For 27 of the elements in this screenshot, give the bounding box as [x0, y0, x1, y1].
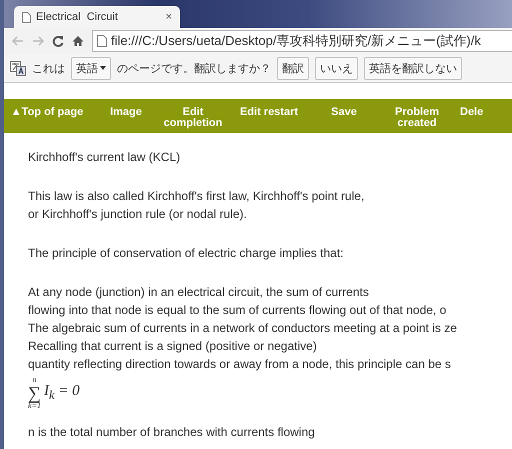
body-text: or Kirchhoff's junction rule (or nodal rule).: [28, 206, 248, 223]
translate-bar-button[interactable]: 英語を翻訳しない: [364, 56, 462, 80]
body-text: This law is also called Kirchhoff's first law, Kirchhoff's point rule,: [28, 188, 366, 205]
translate-prompt: これは: [32, 62, 65, 76]
body-text: flowing into that node is equal to the sum of currents flowing out of that node, o: [28, 302, 448, 319]
body-text: Kirchhoff's current law (KCL): [28, 149, 182, 166]
address-field[interactable]: file:///C:/Users/ueta/Desktop/専攻科特別研究/新メニュー(試作)/k: [92, 30, 512, 52]
reload-icon[interactable]: [52, 35, 64, 47]
caret-icon: [100, 66, 106, 70]
body-text: quantity reflecting direction towards or away from a node, this principle can be s: [28, 356, 452, 373]
page-icon: [22, 12, 31, 22]
body-text: The algebraic sum of currents in a network of conductors meeting at a point is ze: [28, 320, 458, 337]
browser-tab[interactable]: Electrical Circuit ×: [14, 6, 180, 28]
close-button[interactable]: ×: [166, 11, 172, 23]
home-icon[interactable]: [72, 35, 84, 47]
body-text: n is the total number of branches with currents flowing: [28, 424, 316, 441]
tab-title: Electrical Circuit: [36, 11, 119, 23]
translate-prompt: のページです。翻訳しますか？: [117, 62, 271, 76]
sum-formula: n ∑ k=1 I$_{k}$ = 0: [28, 374, 81, 412]
body-text: The principle of conservation of electric charge implies that:: [28, 245, 344, 262]
translate-icon: [10, 60, 26, 76]
translate-bar-button[interactable]: いいえ: [315, 56, 358, 80]
body-text: Recalling that current is a signed (positive or negative): [28, 338, 318, 355]
page-icon: [97, 35, 107, 47]
translate-bar-button[interactable]: 翻訳: [277, 56, 309, 80]
language-dropdown[interactable]: 英語: [71, 56, 111, 80]
body-text: At any node (junction) in an electrical circuit, the sum of currents: [28, 284, 370, 301]
